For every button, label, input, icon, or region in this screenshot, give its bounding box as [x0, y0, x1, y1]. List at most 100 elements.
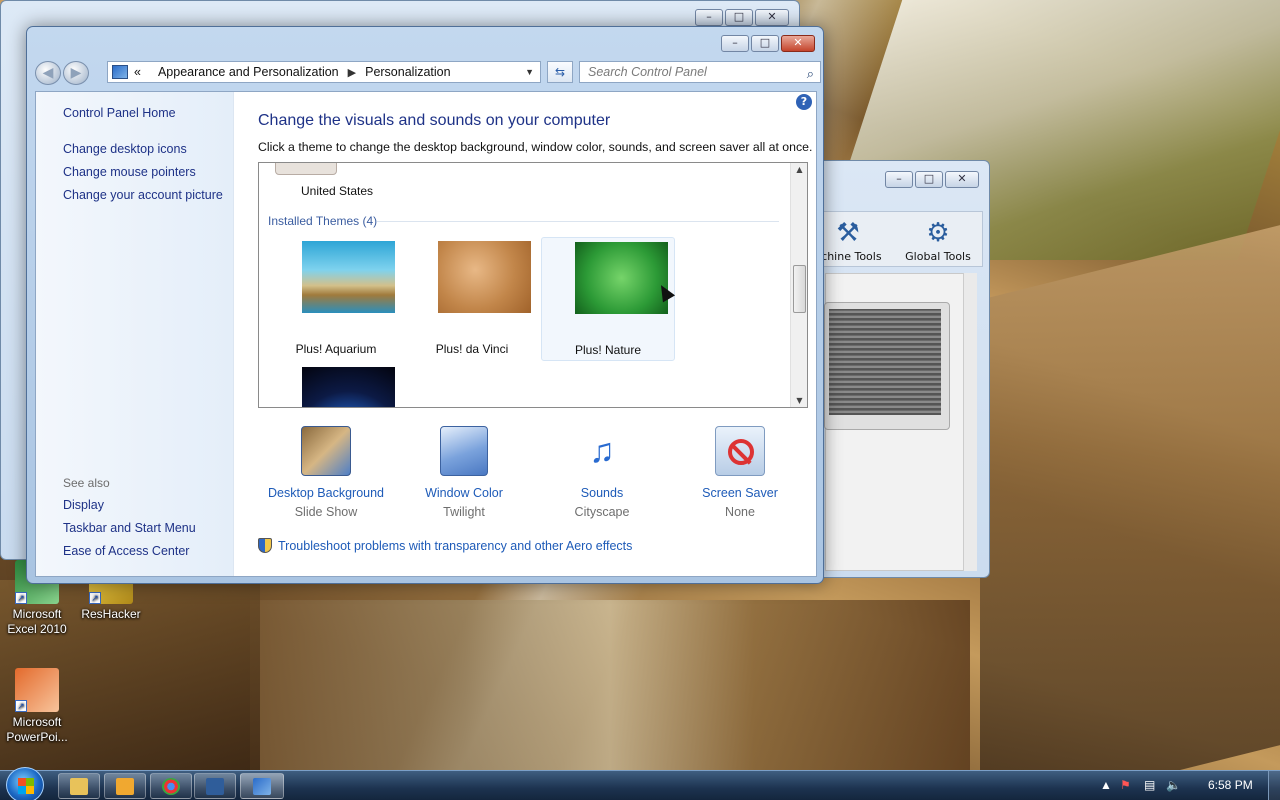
tile-value: Twilight — [443, 505, 485, 519]
theme-list[interactable]: United States Installed Themes (4) Plus!… — [258, 162, 808, 408]
desktop-icon-powerpoint[interactable]: ↗ Microsoft PowerPoi... — [0, 668, 74, 745]
folder-icon — [70, 778, 88, 795]
tile-name[interactable]: Sounds — [534, 484, 670, 502]
window-controls: – □ ✕ — [721, 35, 815, 52]
page-title: Change the visuals and sounds on your co… — [258, 112, 611, 129]
taskbar-explorer[interactable] — [58, 773, 100, 799]
desktop-icon-label: ResHacker — [81, 607, 141, 621]
minimize-button[interactable]: – — [721, 35, 749, 52]
theme-thumbnail[interactable] — [275, 163, 337, 175]
search-icon[interactable]: ⌕ — [807, 64, 814, 84]
help-icon[interactable]: ? — [796, 94, 812, 110]
minimize-button[interactable]: – — [695, 9, 723, 26]
background-window-tools[interactable]: – □ ✕ ⚒ achine Tools ⚙ Global Tools — [812, 160, 990, 578]
theme-aquarium[interactable]: Plus! Aquarium — [269, 237, 403, 361]
volume-icon[interactable]: 🔈 — [1166, 778, 1181, 792]
scrollbar[interactable] — [963, 273, 977, 571]
close-button[interactable]: ✕ — [945, 171, 979, 188]
see-also-label: See also — [63, 476, 110, 490]
screen-saver-tile[interactable]: Screen Saver None — [672, 426, 808, 522]
maximize-button[interactable]: □ — [915, 171, 943, 188]
search-input[interactable]: Search Control Panel ⌕ — [579, 61, 821, 83]
task-pane: Control Panel Home Change desktop icons … — [36, 92, 234, 576]
breadcrumb-separator-icon[interactable]: ▶ — [348, 66, 356, 79]
virtualbox-icon — [206, 778, 224, 795]
theme-thumbnail — [302, 367, 395, 407]
sounds-tile[interactable]: ♫ Sounds Cityscape — [534, 426, 670, 522]
window-controls: – □ ✕ — [885, 171, 979, 188]
windows-logo-icon — [18, 778, 34, 794]
theme-label: Plus! Nature — [574, 343, 642, 357]
theme-earth[interactable] — [269, 363, 403, 407]
minimize-button[interactable]: – — [885, 171, 913, 188]
troubleshoot-text[interactable]: Troubleshoot problems with transparency … — [278, 539, 632, 553]
chevron-down-icon[interactable]: ▼ — [525, 67, 534, 77]
chrome-icon — [162, 778, 180, 795]
breadcrumb-overflow[interactable]: « — [134, 65, 141, 79]
theme-settings: Desktop Background Slide Show Window Col… — [258, 426, 808, 526]
link-change-desktop-icons[interactable]: Change desktop icons — [63, 142, 187, 156]
scroll-down-icon[interactable]: ▼ — [791, 396, 807, 405]
scrollbar-thumb[interactable] — [793, 265, 806, 313]
refresh-button[interactable]: ⇆ — [547, 61, 573, 83]
theme-nature[interactable]: Plus! Nature — [541, 237, 675, 361]
link-change-mouse-pointers[interactable]: Change mouse pointers — [63, 165, 196, 179]
theme-label: Plus! da Vinci — [435, 342, 509, 356]
tools-toolbar: ⚒ achine Tools ⚙ Global Tools — [814, 211, 983, 267]
powerpoint-icon: ↗ — [15, 668, 59, 712]
desktop-background-icon — [301, 426, 351, 476]
navigation-bar: ◀ ▶ « Appearance and Personalization ▶ P… — [35, 59, 821, 85]
link-change-account-picture[interactable]: Change your account picture — [63, 188, 223, 202]
theme-list-scrollbar[interactable]: ▲ ▼ — [790, 163, 807, 407]
theme-davinci[interactable]: Plus! da Vinci — [405, 237, 539, 361]
installed-themes-header: Installed Themes (4) — [268, 214, 378, 228]
action-center-icon[interactable]: ⚑ — [1120, 778, 1131, 792]
back-button[interactable]: ◀ — [35, 61, 61, 85]
link-control-panel-home[interactable]: Control Panel Home — [63, 106, 176, 120]
desktop-icon-label: Microsoft — [12, 715, 62, 729]
tile-name[interactable]: Desktop Background — [258, 484, 394, 502]
window-color-tile[interactable]: Window Color Twilight — [396, 426, 532, 522]
window-controls: – □ ✕ — [695, 9, 789, 26]
close-button[interactable]: ✕ — [755, 9, 789, 26]
link-display[interactable]: Display — [63, 498, 104, 512]
vm-preview — [824, 302, 950, 430]
start-button[interactable] — [6, 767, 44, 800]
breadcrumb-personalization[interactable]: Personalization — [365, 65, 450, 79]
show-desktop-button[interactable] — [1268, 771, 1280, 800]
taskbar-chrome[interactable] — [150, 773, 192, 799]
address-bar[interactable]: « Appearance and Personalization ▶ Perso… — [107, 61, 541, 83]
troubleshoot-link[interactable]: Troubleshoot problems with transparency … — [258, 538, 632, 553]
shortcut-arrow-icon: ↗ — [89, 592, 101, 604]
show-hidden-icons-icon[interactable]: ▲ — [1100, 778, 1112, 792]
network-icon[interactable]: ▤ — [1144, 778, 1155, 792]
desktop-icon-label: Microsoft — [12, 607, 62, 621]
theme-thumbnail — [438, 241, 531, 313]
global-tools-button[interactable]: ⚙ Global Tools — [902, 216, 974, 263]
search-placeholder: Search Control Panel — [588, 65, 707, 79]
taskbar-media-player[interactable] — [104, 773, 146, 799]
shortcut-arrow-icon: ↗ — [15, 592, 27, 604]
breadcrumb-appearance[interactable]: Appearance and Personalization — [158, 65, 339, 79]
uac-shield-icon — [258, 538, 272, 553]
maximize-button[interactable]: □ — [725, 9, 753, 26]
notification-area: ▲ ⚑ ▤ 🔈 6:58 PM — [1090, 771, 1280, 800]
link-taskbar-start-menu[interactable]: Taskbar and Start Menu — [63, 521, 196, 535]
tile-name[interactable]: Window Color — [396, 484, 532, 502]
vm-preview-screen — [829, 309, 941, 415]
close-button[interactable]: ✕ — [781, 35, 815, 52]
theme-label[interactable]: United States — [301, 184, 373, 198]
tools-icon: ⚙ — [926, 218, 950, 248]
scroll-up-icon[interactable]: ▲ — [791, 165, 807, 174]
link-ease-of-access[interactable]: Ease of Access Center — [63, 544, 189, 558]
forward-button[interactable]: ▶ — [63, 61, 89, 85]
taskbar-control-panel[interactable] — [240, 773, 284, 799]
clock[interactable]: 6:58 PM — [1208, 778, 1253, 792]
taskbar-virtualbox[interactable] — [194, 773, 236, 799]
tile-name[interactable]: Screen Saver — [672, 484, 808, 502]
maximize-button[interactable]: □ — [751, 35, 779, 52]
control-panel-window[interactable]: – □ ✕ ◀ ▶ « Appearance and Personalizati… — [26, 26, 824, 584]
content-area: Control Panel Home Change desktop icons … — [35, 91, 817, 577]
desktop-background-tile[interactable]: Desktop Background Slide Show — [258, 426, 394, 522]
tile-value: None — [725, 505, 755, 519]
